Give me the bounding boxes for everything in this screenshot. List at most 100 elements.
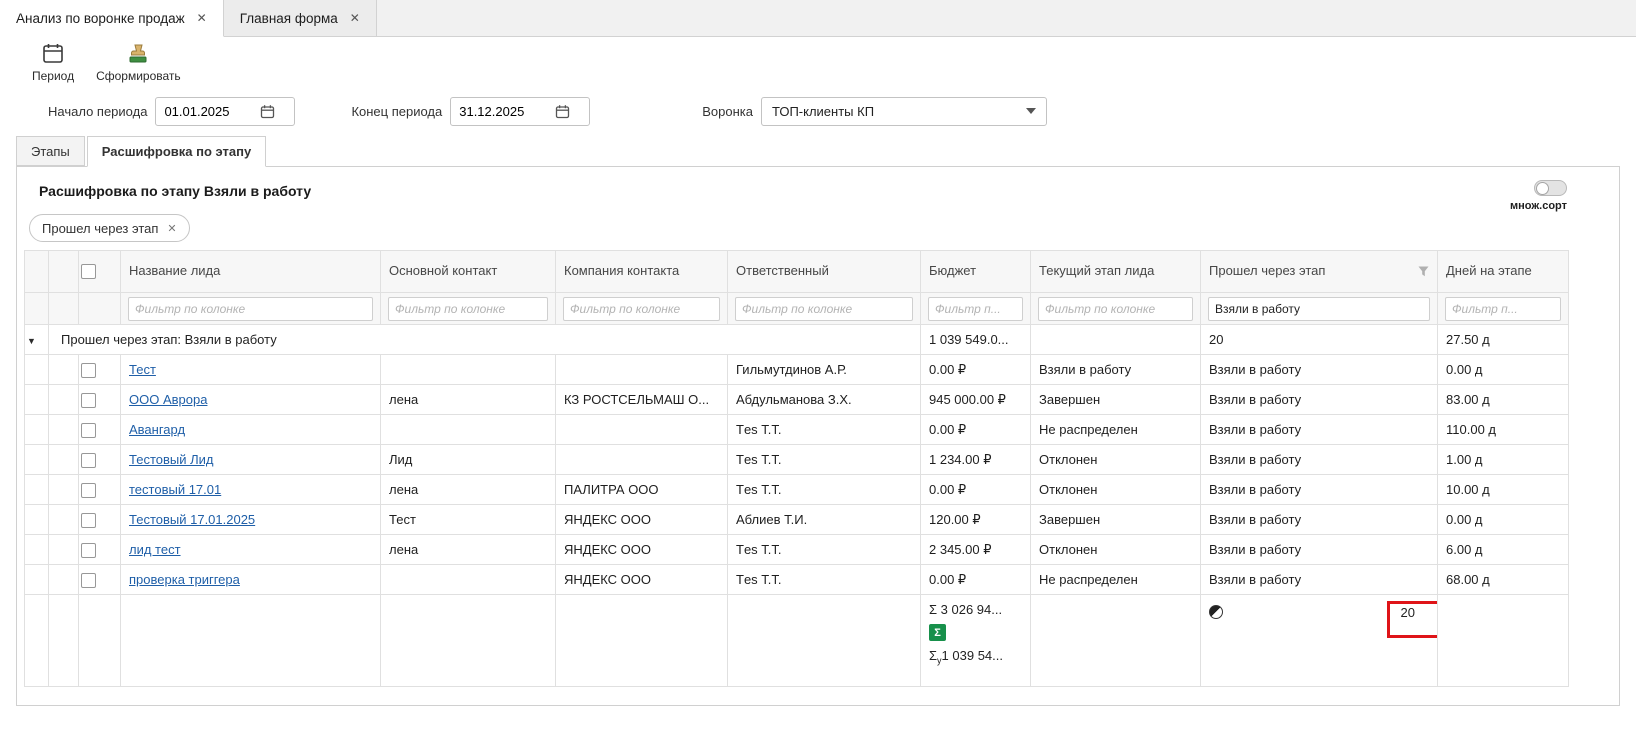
cell-stage: Отклонен	[1031, 475, 1201, 505]
col-header-name[interactable]: Название лида	[121, 251, 381, 293]
filter-cell	[381, 293, 556, 325]
sigma-badge-icon[interactable]: Σ	[929, 624, 946, 641]
filter-input-name[interactable]	[128, 297, 373, 321]
end-period-label: Конец периода	[351, 104, 442, 119]
start-period-input[interactable]	[156, 104, 260, 119]
tab-stage-decode[interactable]: Расшифровка по этапу	[87, 136, 266, 167]
filter-input-responsible[interactable]	[735, 297, 913, 321]
cell-expand	[25, 355, 49, 385]
cell-contact	[381, 565, 556, 595]
filter-cell	[556, 293, 728, 325]
cell-days: 6.00 д	[1438, 535, 1569, 565]
calendar-icon[interactable]	[260, 104, 275, 119]
calendar-icon[interactable]	[555, 104, 570, 119]
col-header-responsible[interactable]: Ответственный	[728, 251, 921, 293]
period-button-label: Период	[32, 69, 74, 83]
filter-input-days[interactable]	[1445, 297, 1561, 321]
end-period-input[interactable]	[451, 104, 555, 119]
filter-input-stage[interactable]	[1038, 297, 1193, 321]
select-all-checkbox[interactable]	[81, 264, 96, 279]
cell-name: Авангард	[121, 415, 381, 445]
page-title: Расшифровка по этапу Взяли в работу	[17, 167, 1619, 199]
tab-stage-decode-label: Расшифровка по этапу	[102, 144, 251, 159]
cell-name: лид тест	[121, 535, 381, 565]
lead-name-link[interactable]: Авангард	[129, 422, 185, 437]
row-checkbox[interactable]	[81, 543, 96, 558]
cell-responsible: Гильмутдинов А.Р.	[728, 355, 921, 385]
cell-name: Тест	[121, 355, 381, 385]
document-tab-bar: Анализ по воронке продаж ✕ Главная форма…	[0, 0, 1636, 37]
annotation-highlight-box	[1387, 601, 1438, 638]
view-tab-strip: Этапы Расшифровка по этапу	[16, 136, 1636, 166]
group-label: Прошел через этап: Взяли в работу	[49, 325, 921, 355]
filter-input-passed[interactable]	[1208, 297, 1430, 321]
summary-row: Σ 3 026 94... Σ Σy1 039 54... 20	[25, 595, 1569, 687]
filter-input-budget[interactable]	[928, 297, 1023, 321]
period-button[interactable]: Период	[24, 40, 82, 85]
cell-contact: лена	[381, 385, 556, 415]
tab-label: Главная форма	[240, 11, 338, 26]
col-header-passed[interactable]: Прошел через этап	[1201, 251, 1438, 293]
funnel-select-value: ТОП-клиенты КП	[772, 104, 874, 119]
generate-button[interactable]: Сформировать	[88, 40, 189, 85]
cell-company: ЯНДЕКС ООО	[556, 535, 728, 565]
col-header-days-label: Дней на этапе	[1446, 263, 1532, 278]
col-header-company[interactable]: Компания контакта	[556, 251, 728, 293]
end-period-field	[450, 97, 590, 126]
row-checkbox[interactable]	[81, 363, 96, 378]
row-checkbox[interactable]	[81, 423, 96, 438]
filter-input-company[interactable]	[563, 297, 720, 321]
close-icon[interactable]: ✕	[167, 222, 176, 235]
calendar-icon	[42, 42, 64, 67]
tab-stages[interactable]: Этапы	[16, 136, 85, 166]
cell-spacer	[49, 385, 79, 415]
cell-company: КЗ РОСТСЕЛЬМАШ О...	[556, 385, 728, 415]
lead-name-link[interactable]: Тестовый 17.01.2025	[129, 512, 255, 527]
footer-passed-cell: 20	[1201, 595, 1438, 687]
row-checkbox[interactable]	[81, 513, 96, 528]
footer-cell-empty	[556, 595, 728, 687]
col-header-passed-label: Прошел через этап	[1209, 263, 1325, 279]
toggle-knob-icon	[1536, 182, 1549, 195]
col-header-contact[interactable]: Основной контакт	[381, 251, 556, 293]
col-header-budget-label: Бюджет	[929, 263, 976, 278]
table-row: Тест Гильмутдинов А.Р. 0.00 ₽ Взяли в ра…	[25, 355, 1569, 385]
lead-name-link[interactable]: Тест	[129, 362, 156, 377]
cell-contact	[381, 415, 556, 445]
multisort-label: множ.сорт	[1510, 200, 1567, 212]
collapse-arrow-icon[interactable]: ▼	[27, 336, 36, 346]
col-header-days[interactable]: Дней на этапе	[1438, 251, 1569, 293]
col-header-contact-label: Основной контакт	[389, 263, 497, 278]
cell-expand	[25, 475, 49, 505]
filter-chip-passed-stage[interactable]: Прошел через этап ✕	[29, 214, 190, 242]
close-icon[interactable]: ✕	[197, 11, 207, 25]
table-row: проверка триггера ЯНДЕКС ООО Тes Т.Т. 0.…	[25, 565, 1569, 595]
cell-name: Тестовый Лид	[121, 445, 381, 475]
funnel-select[interactable]: ТОП-клиенты КП	[761, 97, 1047, 126]
row-checkbox[interactable]	[81, 573, 96, 588]
col-header-stage[interactable]: Текущий этап лида	[1031, 251, 1201, 293]
multisort-toggle[interactable]	[1534, 180, 1567, 196]
lead-name-link[interactable]: проверка триггера	[129, 572, 240, 587]
filter-input-contact[interactable]	[388, 297, 548, 321]
lead-name-link[interactable]: лид тест	[129, 542, 181, 557]
table-row: тестовый 17.01 лена ПАЛИТРА ООО Тes Т.Т.…	[25, 475, 1569, 505]
tab-funnel-analysis[interactable]: Анализ по воронке продаж ✕	[0, 0, 224, 37]
footer-budget-cell: Σ 3 026 94... Σ Σy1 039 54...	[921, 595, 1031, 687]
tab-main-form[interactable]: Главная форма ✕	[224, 0, 377, 36]
start-period-label: Начало периода	[48, 104, 147, 119]
col-header-budget[interactable]: Бюджет	[921, 251, 1031, 293]
lead-name-link[interactable]: ООО Аврора	[129, 392, 207, 407]
cell-days: 0.00 д	[1438, 355, 1569, 385]
close-icon[interactable]: ✕	[350, 11, 360, 25]
filter-cell	[1438, 293, 1569, 325]
stage-decode-panel: Расшифровка по этапу Взяли в работу множ…	[16, 166, 1620, 706]
lead-name-link[interactable]: тестовый 17.01	[129, 482, 221, 497]
row-checkbox[interactable]	[81, 483, 96, 498]
lead-name-link[interactable]: Тестовый Лид	[129, 452, 213, 467]
cell-company: ЯНДЕКС ООО	[556, 565, 728, 595]
row-checkbox[interactable]	[81, 393, 96, 408]
cell-budget: 0.00 ₽	[921, 355, 1031, 385]
row-checkbox[interactable]	[81, 453, 96, 468]
cell-contact: Тест	[381, 505, 556, 535]
